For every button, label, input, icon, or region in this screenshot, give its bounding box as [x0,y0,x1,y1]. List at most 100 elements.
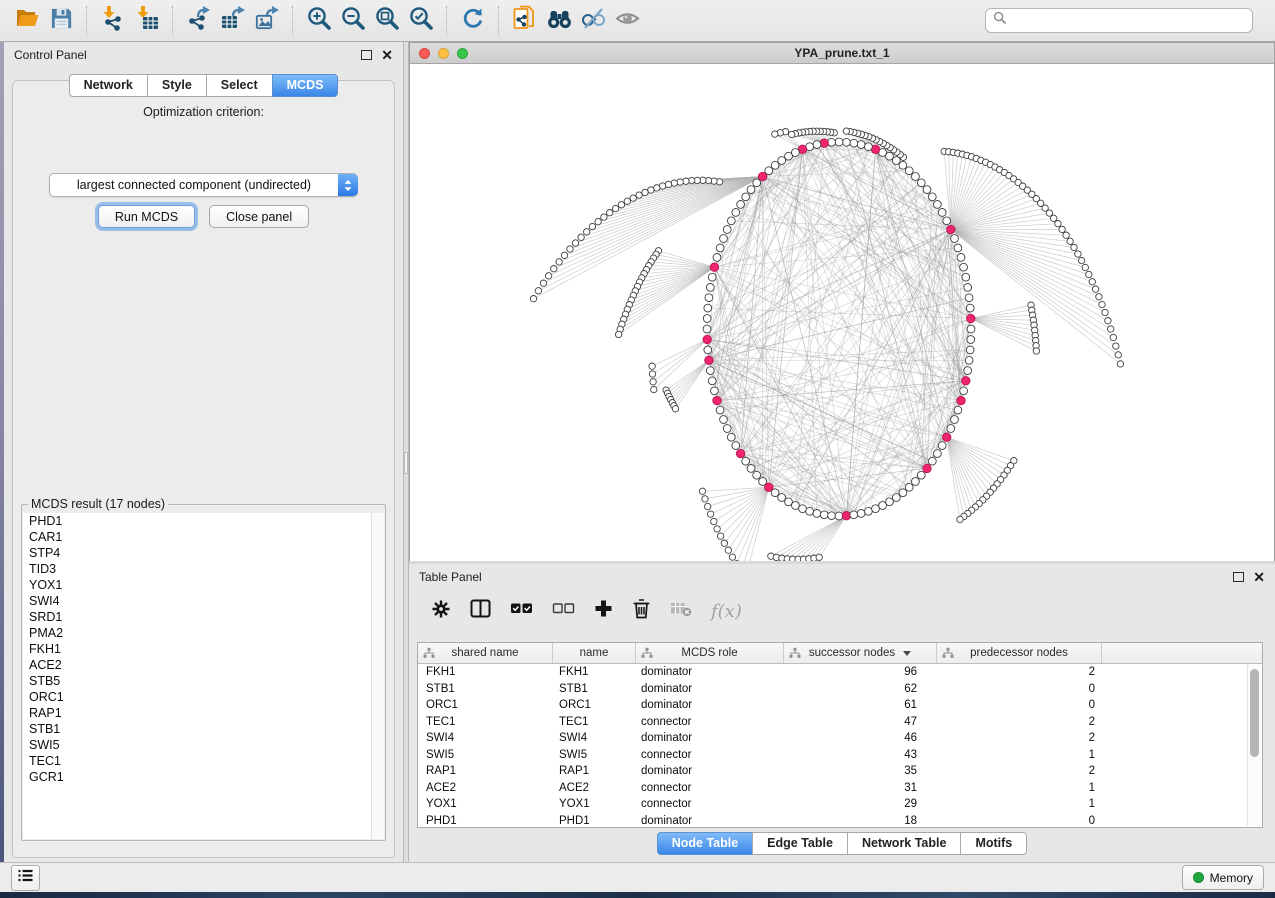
float-window-icon[interactable] [1233,572,1244,582]
column-header-shared-name[interactable]: shared name [418,643,553,663]
mcds-result-item[interactable]: STB5 [23,673,372,689]
table-cell[interactable]: 61 [784,699,937,711]
zoom-selected-button[interactable] [404,5,438,37]
table-cell[interactable]: connector [636,782,784,794]
mcds-result-scrollbar[interactable] [371,513,384,839]
mcds-result-item[interactable]: ACE2 [23,657,372,673]
table-cell[interactable]: connector [636,798,784,810]
table-cell[interactable]: 1 [937,782,1102,794]
criterion-select[interactable]: largest connected component (undirected) [49,173,358,197]
network-window-titlebar[interactable]: YPA_prune.txt_1 [410,43,1274,64]
mcds-result-item[interactable]: FKH1 [23,641,372,657]
export-table-button[interactable] [216,5,250,37]
table-cell[interactable]: 0 [937,699,1102,711]
table-cell[interactable]: YOX1 [553,798,636,810]
table-cell[interactable]: 2 [937,666,1102,678]
mcds-result-item[interactable]: PMA2 [23,625,372,641]
tab-network-table[interactable]: Network Table [847,832,961,855]
tab-mcds[interactable]: MCDS [272,74,339,97]
table-cell[interactable]: 31 [784,782,937,794]
mcds-result-item[interactable]: TID3 [23,561,372,577]
table-cell[interactable]: ORC1 [418,699,553,711]
table-cell[interactable]: 47 [784,716,937,728]
table-cell[interactable]: ORC1 [553,699,636,711]
table-cell[interactable]: STB1 [553,683,636,695]
table-cell[interactable]: YOX1 [418,798,553,810]
table-row[interactable]: TEC1TEC1connector472 [418,714,1262,731]
table-cell[interactable]: connector [636,749,784,761]
table-cell[interactable]: TEC1 [553,716,636,728]
table-cell[interactable]: FKH1 [418,666,553,678]
table-cell[interactable]: dominator [636,815,784,827]
table-cell[interactable]: PHD1 [418,815,553,827]
mcds-result-item[interactable]: GCR1 [23,769,372,785]
table-cell[interactable]: dominator [636,666,784,678]
mcds-result-item[interactable]: STB1 [23,721,372,737]
close-panel-icon[interactable]: ✕ [381,48,393,62]
table-scrollbar[interactable] [1247,664,1261,826]
mcds-result-item[interactable]: TEC1 [23,753,372,769]
table-cell[interactable]: SWI5 [553,749,636,761]
memory-button[interactable]: Memory [1182,865,1264,890]
toggle-panel-layout-button[interactable] [470,599,491,623]
table-cell[interactable]: RAP1 [553,765,636,777]
float-window-icon[interactable] [361,50,372,60]
open-session-button[interactable] [10,5,44,37]
tab-node-table[interactable]: Node Table [657,832,752,855]
column-header-successor-nodes[interactable]: successor nodes [784,643,937,663]
save-session-button[interactable] [44,5,78,37]
column-header-predecessor-nodes[interactable]: predecessor nodes [937,643,1102,663]
table-cell[interactable]: 62 [784,683,937,695]
mcds-result-item[interactable]: YOX1 [23,577,372,593]
table-cell[interactable]: STB1 [418,683,553,695]
table-cell[interactable]: 1 [937,749,1102,761]
close-panel-button[interactable]: Close panel [209,205,309,228]
table-row[interactable]: PHD1PHD1dominator180 [418,813,1262,830]
table-row[interactable]: ACE2ACE2connector311 [418,780,1262,797]
mcds-result-item[interactable]: CAR1 [23,529,372,545]
table-cell[interactable]: PHD1 [553,815,636,827]
function-builder-button[interactable]: f(x) [711,601,742,622]
column-settings-button[interactable] [431,599,451,624]
zoom-out-button[interactable] [336,5,370,37]
search-windows-button[interactable] [542,5,576,37]
zoom-in-button[interactable] [302,5,336,37]
add-entry-button[interactable] [594,599,613,623]
table-cell[interactable]: TEC1 [418,716,553,728]
mcds-result-item[interactable]: SRD1 [23,609,372,625]
tab-network[interactable]: Network [69,74,147,97]
table-cell[interactable]: SWI4 [418,732,553,744]
network-from-document-button[interactable] [508,5,542,37]
search-input[interactable] [985,8,1253,33]
table-row[interactable]: ORC1ORC1dominator610 [418,697,1262,714]
delete-table-button[interactable] [670,600,692,622]
zoom-fit-button[interactable] [370,5,404,37]
table-row[interactable]: SWI5SWI5connector431 [418,747,1262,764]
table-cell[interactable]: dominator [636,765,784,777]
import-network-button[interactable] [96,5,130,37]
table-cell[interactable]: 2 [937,716,1102,728]
tab-motifs[interactable]: Motifs [960,832,1027,855]
table-row[interactable]: RAP1RAP1dominator352 [418,763,1262,780]
table-cell[interactable]: 46 [784,732,937,744]
export-image-button[interactable] [250,5,284,37]
scrollbar-thumb[interactable] [1250,669,1259,757]
mcds-result-item[interactable]: ORC1 [23,689,372,705]
mcds-result-item[interactable]: SWI4 [23,593,372,609]
mcds-result-item[interactable]: PHD1 [23,513,372,529]
hide-glasses-button[interactable] [576,5,610,37]
mcds-result-item[interactable]: RAP1 [23,705,372,721]
mcds-result-item[interactable]: STP4 [23,545,372,561]
table-cell[interactable]: SWI4 [553,732,636,744]
column-header-name[interactable]: name [553,643,636,663]
table-cell[interactable]: dominator [636,683,784,695]
table-cell[interactable]: FKH1 [553,666,636,678]
mcds-result-item[interactable]: SWI5 [23,737,372,753]
table-cell[interactable]: 35 [784,765,937,777]
delete-entry-button[interactable] [632,598,651,624]
show-eye-button[interactable] [610,5,644,37]
tab-edge-table[interactable]: Edge Table [752,832,847,855]
table-cell[interactable]: 96 [784,666,937,678]
run-mcds-button[interactable]: Run MCDS [98,205,195,228]
import-table-button[interactable] [130,5,164,37]
